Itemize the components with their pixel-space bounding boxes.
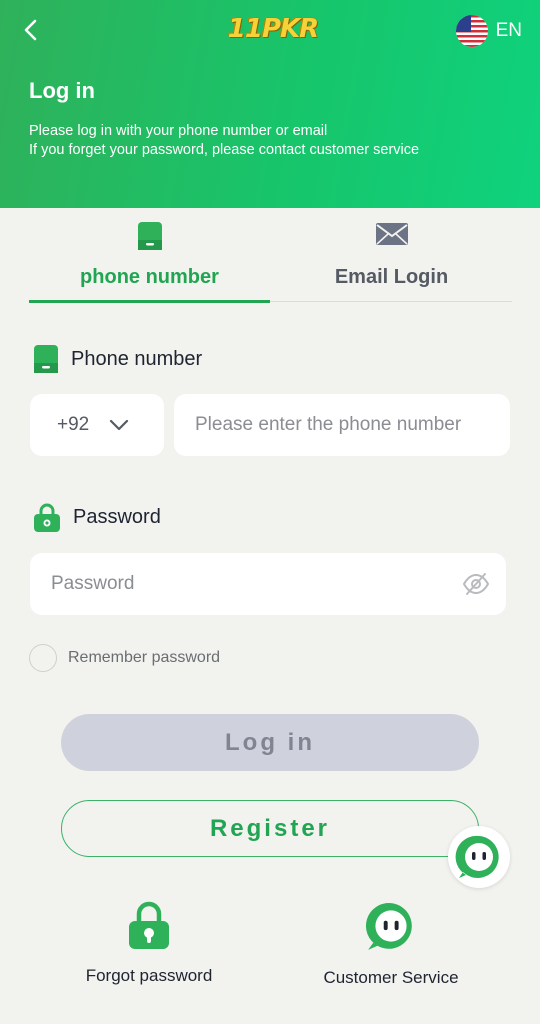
lock-icon [129,901,169,949]
country-code-select[interactable]: +92 [30,394,164,456]
language-label: EN [495,20,522,41]
phone-input-container [174,394,510,456]
customer-service-link[interactable]: Customer Service [291,900,491,988]
remember-password-radio[interactable] [29,644,57,672]
chevron-left-icon [24,19,37,41]
phone-number-label: Phone number [33,344,202,374]
forgot-password-link[interactable]: Forgot password [49,900,249,986]
login-page: 11PKR EN Log in Please log in with your … [0,0,540,1024]
us-flag-icon [455,15,488,47]
customer-service-label: Customer Service [323,968,459,987]
phone-icon [34,345,58,373]
tab-phone-number[interactable]: phone number [29,208,270,303]
login-tabs: phone number Email Login [29,208,512,303]
chat-bubble-icon [365,903,412,950]
tab-email-login[interactable]: Email Login [271,208,512,302]
country-code-value: +92 [57,414,90,435]
password-input[interactable] [49,572,449,596]
floating-chat-button[interactable] [448,826,510,888]
subtitle-line-2: If you forget your password, please cont… [29,142,420,158]
remember-password-option[interactable]: Remember password [29,644,220,672]
language-selector[interactable]: EN [455,14,522,48]
chevron-down-icon [110,419,129,431]
remember-password-label: Remember password [68,649,221,666]
register-button[interactable]: Register [61,800,479,857]
page-title: Log in [29,78,95,103]
phone-number-input[interactable] [193,413,510,437]
header: 11PKR EN Log in Please log in with your … [0,0,540,208]
lock-icon [34,503,60,532]
password-input-container [30,553,506,615]
subtitle-line-1: Please log in with your phone number or … [29,123,328,139]
login-button[interactable]: Log in [61,714,479,771]
active-tab-indicator [29,300,270,303]
back-button[interactable] [18,16,46,44]
page-subtitle: Please log in with your phone number or … [29,122,419,160]
password-label: Password [33,502,161,532]
eye-off-icon[interactable] [462,571,490,597]
brand-logo: 11PKR [227,14,319,44]
chat-bubble-icon [455,835,499,878]
envelope-icon [375,223,408,245]
forgot-password-label: Forgot password [85,966,213,985]
password-label-text: Password [73,505,161,528]
phone-icon [137,222,162,250]
phone-number-label-text: Phone number [71,347,203,370]
tab-email-label: Email Login [334,266,449,288]
tab-phone-label: phone number [80,266,219,288]
